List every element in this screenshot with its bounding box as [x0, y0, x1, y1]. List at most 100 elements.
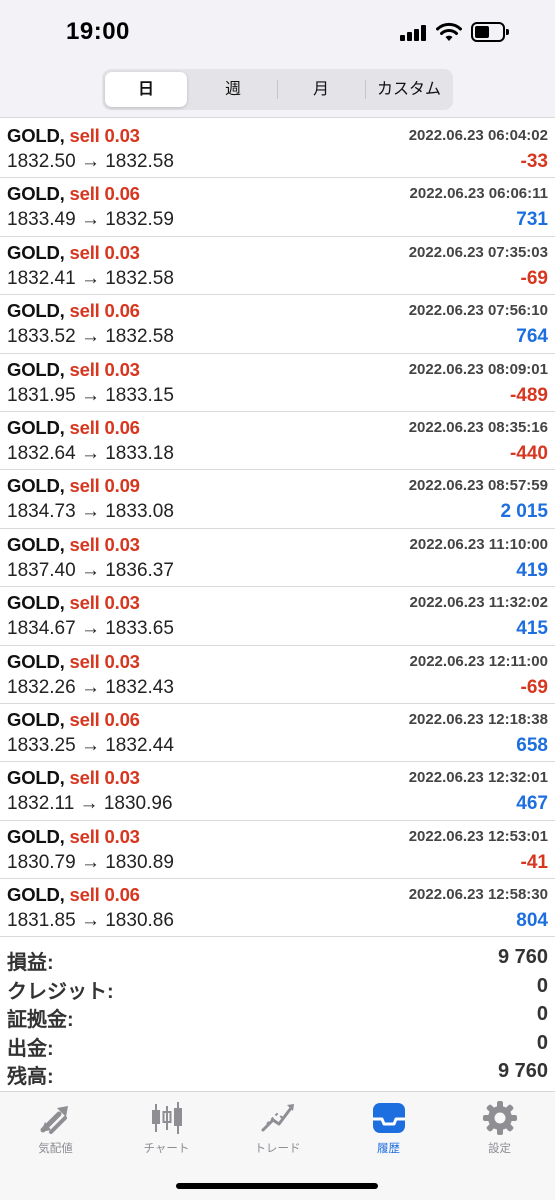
- tab-custom[interactable]: カスタム: [366, 72, 452, 107]
- deal-symbol: GOLD,: [7, 533, 65, 555]
- tab-history[interactable]: 履歴: [333, 1100, 444, 1160]
- deal-profit: -440: [509, 442, 548, 464]
- deal-time: 2022.06.23 06:06:11: [409, 185, 548, 203]
- deal-row[interactable]: GOLD, sell 0.03 2022.06.23 11:32:02 1834…: [0, 587, 555, 646]
- summary-label: 証拠金:: [7, 1009, 74, 1031]
- deal-type: sell 0.03: [69, 125, 140, 146]
- battery-icon: [471, 22, 509, 42]
- gear-icon: [482, 1101, 517, 1135]
- deal-profit: -41: [520, 851, 548, 873]
- deal-time: 2022.06.23 12:53:01: [408, 827, 548, 845]
- deal-row[interactable]: GOLD, sell 0.06 2022.06.23 07:56:10 1833…: [0, 295, 555, 354]
- deal-symbol: GOLD,: [7, 767, 65, 789]
- deal-prices: 1832.26 → 1832.43: [7, 676, 174, 698]
- deal-time: 2022.06.23 11:10:00: [409, 535, 548, 553]
- summary-row-deposit: 証拠金: 0: [0, 1001, 555, 1031]
- deal-type: sell 0.03: [69, 241, 140, 263]
- summary-row-profit: 損益: 9 760: [0, 944, 555, 974]
- deal-prices: 1833.52 → 1832.58: [7, 326, 174, 348]
- deal-row[interactable]: GOLD, sell 0.03 2022.06.23 08:09:01 1831…: [0, 354, 555, 412]
- deal-prices: 1830.79 → 1830.89: [7, 851, 174, 873]
- tab-day[interactable]: 日: [105, 72, 187, 107]
- deal-prices: 1833.25 → 1832.44: [7, 734, 174, 756]
- candlestick-chart-icon: [151, 1102, 182, 1134]
- summary-value: 0: [536, 974, 548, 997]
- deal-row[interactable]: GOLD, sell 0.06 2022.06.23 08:35:16 1832…: [0, 412, 555, 471]
- deal-row[interactable]: GOLD, sell 0.03 2022.06.23 12:32:01 1832…: [0, 762, 555, 821]
- wifi-icon: [436, 22, 462, 41]
- deal-profit: -69: [520, 676, 548, 698]
- deal-type: sell 0.03: [69, 533, 140, 555]
- deal-symbol: GOLD,: [7, 475, 65, 497]
- deals-list: GOLD, sell 0.03 2022.06.23 06:04:02 1832…: [0, 120, 555, 938]
- deal-prices: 1832.50 → 1832.58: [7, 151, 174, 172]
- summary-label: 残高:: [7, 1066, 54, 1088]
- deal-time: 2022.06.23 12:11:00: [409, 652, 548, 670]
- summary-row-balance: 残高: 9 760: [0, 1058, 555, 1088]
- cellular-signal-icon: [400, 25, 428, 41]
- tab-week[interactable]: 週: [190, 72, 276, 107]
- deal-row[interactable]: GOLD, sell 0.06 2022.06.23 12:18:38 1833…: [0, 704, 555, 763]
- history-inbox-icon: [372, 1103, 405, 1133]
- deal-profit: -69: [520, 267, 548, 289]
- deal-prices: 1833.49 → 1832.59: [7, 209, 174, 231]
- top-area: 19:00 日 週 月 カスタム: [0, 0, 555, 118]
- deal-row[interactable]: GOLD, sell 0.03 2022.06.23 11:10:00 1837…: [0, 529, 555, 588]
- deal-type: sell 0.03: [69, 767, 140, 789]
- summary-value: 0: [536, 1003, 548, 1025]
- quotes-arrows-icon: [40, 1106, 68, 1134]
- deal-symbol: GOLD,: [7, 300, 65, 322]
- deal-profit: 804: [516, 910, 548, 932]
- deal-profit: 764: [516, 326, 548, 348]
- deal-time: 2022.06.23 06:04:02: [408, 127, 548, 144]
- deal-time: 2022.06.23 08:35:16: [408, 418, 548, 436]
- tab-trade[interactable]: トレード: [222, 1100, 333, 1160]
- deal-symbol: GOLD,: [7, 358, 65, 380]
- deal-time: 2022.06.23 12:18:38: [408, 710, 548, 728]
- summary-row-withdrawal: 出金: 0: [0, 1030, 555, 1060]
- deal-prices: 1831.85 → 1830.86: [7, 910, 174, 932]
- deal-time: 2022.06.23 07:35:03: [408, 243, 548, 261]
- tab-label: 設定: [488, 1143, 511, 1155]
- deal-row[interactable]: GOLD, sell 0.03 2022.06.23 06:04:02 1832…: [0, 120, 555, 179]
- deal-profit: 731: [516, 209, 548, 231]
- deal-type: sell 0.06: [69, 708, 140, 730]
- deal-row[interactable]: GOLD, sell 0.06 2022.06.23 12:58:30 1831…: [0, 879, 555, 938]
- deal-type: sell 0.06: [69, 183, 140, 205]
- deal-type: sell 0.06: [69, 300, 140, 322]
- tab-chart[interactable]: チャート: [111, 1100, 222, 1160]
- deal-prices: 1832.41 → 1832.58: [7, 267, 174, 289]
- deal-time: 2022.06.23 11:32:02: [409, 594, 548, 612]
- deal-prices: 1837.40 → 1836.37: [7, 559, 174, 581]
- tab-month[interactable]: 月: [278, 72, 364, 107]
- deal-row[interactable]: GOLD, sell 0.03 2022.06.23 07:35:03 1832…: [0, 237, 555, 296]
- deal-time: 2022.06.23 12:32:01: [408, 769, 548, 787]
- deal-symbol: GOLD,: [7, 592, 65, 614]
- deal-symbol: GOLD,: [7, 884, 65, 906]
- summary-label: クレジット:: [7, 980, 114, 1003]
- deal-row[interactable]: GOLD, sell 0.06 2022.06.23 06:06:11 1833…: [0, 178, 555, 237]
- deal-type: sell 0.03: [69, 825, 140, 847]
- deal-symbol: GOLD,: [7, 650, 65, 672]
- deal-symbol: GOLD,: [7, 183, 65, 205]
- deal-symbol: GOLD,: [7, 125, 65, 146]
- deal-symbol: GOLD,: [7, 416, 65, 438]
- deal-profit: 419: [516, 559, 548, 581]
- deal-row[interactable]: GOLD, sell 0.03 2022.06.23 12:11:00 1832…: [0, 646, 555, 704]
- trade-trend-icon: [261, 1104, 294, 1132]
- tab-label: 気配値: [38, 1143, 73, 1155]
- tab-label: 履歴: [377, 1143, 400, 1155]
- deal-type: sell 0.03: [69, 358, 140, 380]
- deal-row[interactable]: GOLD, sell 0.03 2022.06.23 12:53:01 1830…: [0, 821, 555, 880]
- summary-value: 9 760: [497, 946, 548, 968]
- tab-quotes[interactable]: 気配値: [0, 1100, 111, 1160]
- deal-symbol: GOLD,: [7, 241, 65, 263]
- deal-type: sell 0.03: [69, 592, 140, 614]
- deal-type: sell 0.06: [69, 416, 140, 438]
- status-time: 19:00: [66, 18, 130, 45]
- deal-prices: 1831.95 → 1833.15: [7, 384, 174, 406]
- deal-symbol: GOLD,: [7, 825, 65, 847]
- tab-settings[interactable]: 設定: [444, 1100, 555, 1160]
- deal-profit: 658: [516, 734, 548, 756]
- deal-row[interactable]: GOLD, sell 0.09 2022.06.23 08:57:59 1834…: [0, 470, 555, 529]
